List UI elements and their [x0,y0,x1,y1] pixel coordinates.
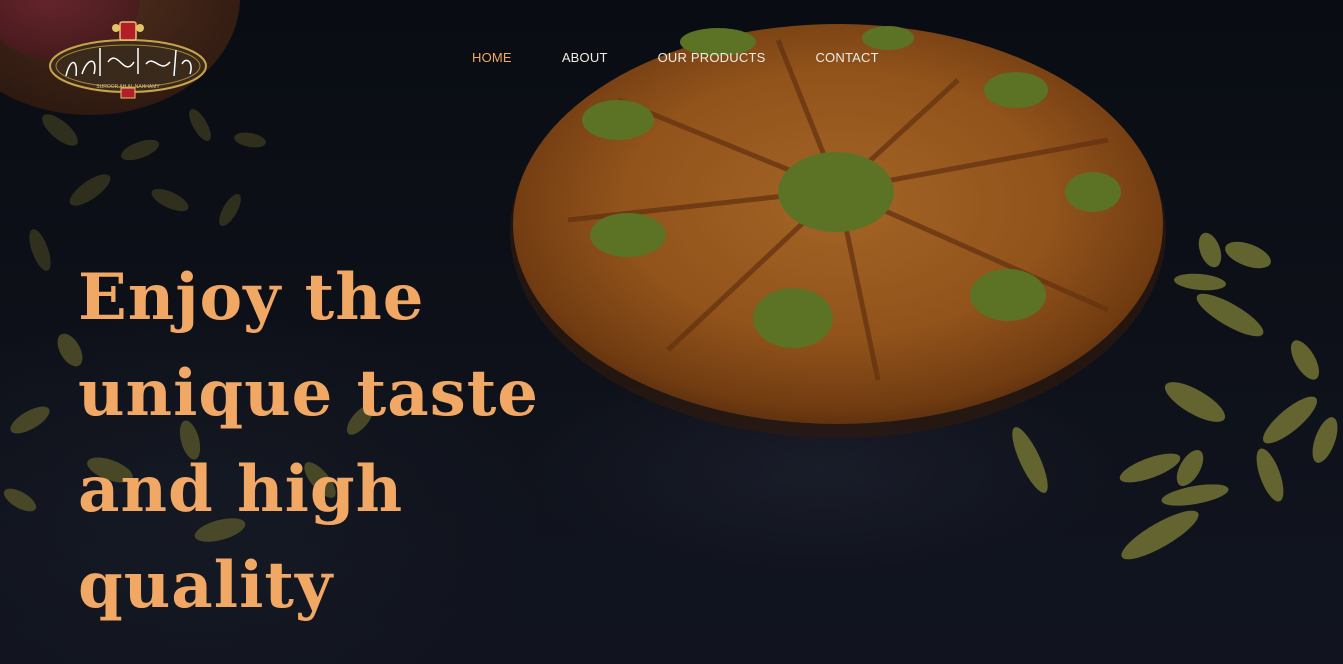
hero-section: SUROOR AH AL NAHHAMY HOME ABOUT OUR PROD… [0,0,1343,664]
nav-item-about[interactable]: ABOUT [562,50,608,66]
brand-logo[interactable]: SUROOR AH AL NAHHAMY [48,18,210,102]
nav-item-contact[interactable]: CONTACT [815,50,878,66]
main-nav: HOME ABOUT OUR PRODUCTS CONTACT [472,50,879,66]
hero-headline-line: quality [78,548,334,623]
nav-item-home[interactable]: HOME [472,50,512,66]
hero-headline-line: and high [78,452,404,527]
hero-headline-line: Enjoy the [78,260,425,335]
brand-logo-emblem-icon: SUROOR AH AL NAHHAMY [49,21,207,99]
hero-headline: Enjoy the unique taste and high quality [78,250,638,634]
nav-item-our-products[interactable]: OUR PRODUCTS [658,50,766,66]
hero-headline-line: unique taste [78,356,539,431]
